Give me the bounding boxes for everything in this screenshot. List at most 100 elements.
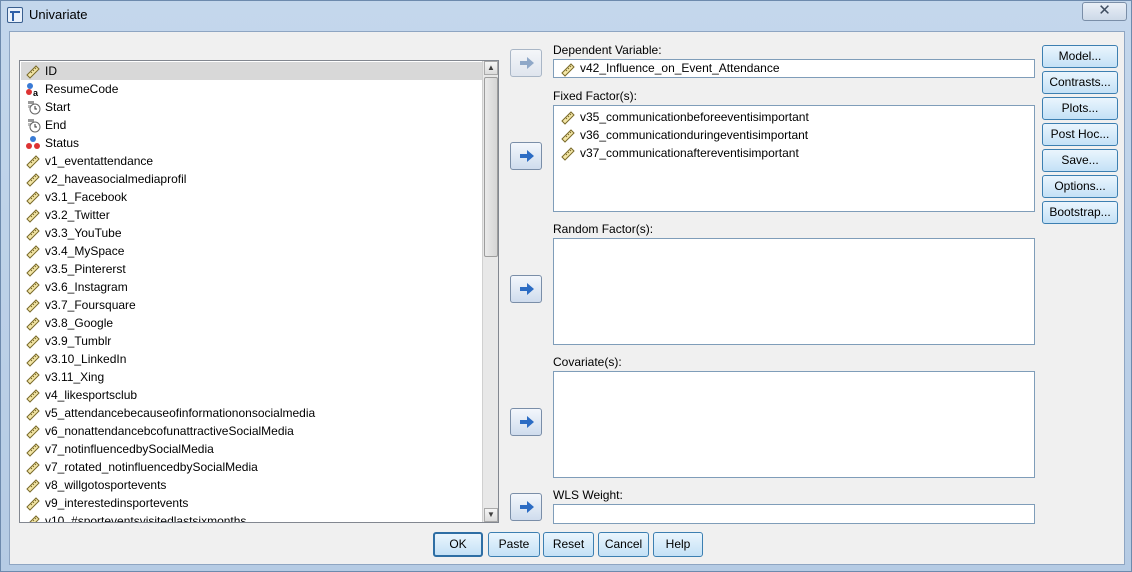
move-to-wls-weight-button[interactable] (510, 493, 542, 521)
variable-label: v5_attendancebecauseofinformationonsocia… (45, 406, 316, 420)
variable-label: v3.6_Instagram (45, 280, 128, 294)
app-icon (7, 7, 23, 23)
fixed-factor-item[interactable]: v35_communicationbeforeeventisimportant (558, 108, 809, 126)
source-variable-item[interactable]: v3.3_YouTube (21, 224, 483, 242)
title-bar: Univariate ✕ (1, 1, 1131, 29)
cancel-button[interactable]: Cancel (598, 532, 649, 557)
source-variable-item[interactable]: v3.6_Instagram (21, 278, 483, 296)
univariate-dialog: Univariate ✕ v10_#sporteventsvisitedlast… (0, 0, 1132, 572)
wls-weight-label: WLS Weight: (553, 488, 623, 502)
source-variable-item[interactable]: v3.11_Xing (21, 368, 483, 386)
variable-label: v8_willgotosportevents (45, 478, 167, 492)
source-variable-item[interactable]: v7_notinfluencedbySocialMedia (21, 440, 483, 458)
variable-label: v3.5_Pintererst (45, 262, 126, 276)
variable-label: v3.2_Twitter (45, 208, 110, 222)
variable-label: v3.10_LinkedIn (45, 352, 127, 366)
scale-ruler-icon (26, 425, 40, 439)
fixed-factors-label: Fixed Factor(s): (553, 89, 638, 103)
scroll-down-arrow-icon[interactable]: ▼ (484, 508, 498, 522)
source-variable-item[interactable]: v2_haveasocialmediaprofil (21, 170, 483, 188)
move-to-random-factor-button[interactable] (510, 275, 542, 303)
reset-button[interactable]: Reset (543, 532, 594, 557)
variable-label: v2_haveasocialmediaprofil (45, 172, 187, 186)
source-variable-item[interactable]: v1_eventattendance (21, 152, 483, 170)
scale-ruler-icon (26, 371, 40, 385)
paste-button[interactable]: Paste (488, 532, 540, 557)
source-variable-list[interactable]: v10_#sporteventsvisitedlastsixmonths v9_i… (19, 60, 499, 523)
source-variable-item[interactable]: v6_nonattendancebcofunattractiveSocialMe… (21, 422, 483, 440)
variable-label: v36_communicationduringeventisimportant (580, 128, 809, 142)
close-button[interactable]: ✕ (1082, 2, 1127, 21)
source-variable-item[interactable]: a ResumeCode (21, 80, 483, 98)
move-to-dependent-button[interactable] (510, 49, 542, 77)
source-variable-item[interactable]: v9_interestedinsportevents (21, 494, 483, 512)
dependent-variable-field[interactable]: v42_Influence_on_Event_Attendance (553, 59, 1035, 78)
source-variable-item[interactable]: v10_#sporteventsvisitedlastsixmonths (21, 512, 483, 522)
source-variable-item[interactable]: v5_attendancebecauseofinformationonsocia… (21, 404, 483, 422)
variable-label: v1_eventattendance (45, 154, 154, 168)
post-hoc-button[interactable]: Post Hoc... (1042, 123, 1118, 146)
variable-label: v3.3_YouTube (45, 226, 122, 240)
window-title: Univariate (29, 7, 88, 22)
scale-ruler-icon (26, 227, 40, 241)
move-to-fixed-factor-button[interactable] (510, 142, 542, 170)
nominal-string-icon: a (26, 83, 39, 97)
move-to-covariate-button[interactable] (510, 408, 542, 436)
nominal-icon (26, 136, 40, 149)
scroll-up-arrow-icon[interactable]: ▲ (484, 61, 498, 75)
source-variable-item[interactable]: v3.8_Google (21, 314, 483, 332)
variable-label: Status (45, 136, 80, 150)
source-variable-item[interactable]: v3.7_Foursquare (21, 296, 483, 314)
variable-label: v3.8_Google (45, 316, 114, 330)
source-variable-item[interactable]: Status (21, 134, 483, 152)
source-variable-item[interactable]: v3.9_Tumblr (21, 332, 483, 350)
source-variable-item[interactable]: ID (21, 62, 483, 80)
right-arrow-icon (520, 283, 534, 295)
scale-ruler-icon (26, 407, 40, 421)
help-button[interactable]: Help (653, 532, 703, 557)
dependent-variable-value: v42_Influence_on_Event_Attendance (580, 61, 780, 75)
source-variable-item[interactable]: v3.5_Pintererst (21, 260, 483, 278)
source-list-scrollbar[interactable]: ▲ ▼ (482, 61, 498, 522)
source-variable-item[interactable]: Start (21, 98, 483, 116)
scroll-thumb[interactable] (484, 77, 498, 257)
source-variable-item[interactable]: v7_rotated_notinfluencedbySocialMedia (21, 458, 483, 476)
scale-ruler-icon (26, 317, 40, 331)
variable-label: v6_nonattendancebcofunattractiveSocialMe… (45, 424, 294, 438)
right-arrow-icon (520, 57, 534, 69)
fixed-factors-list[interactable]: v35_communicationbeforeeventisimportantv… (553, 105, 1035, 212)
source-variable-item[interactable]: v3.4_MySpace (21, 242, 483, 260)
scale-ruler-icon (29, 515, 40, 522)
scale-ruler-icon (26, 191, 40, 205)
source-variable-item[interactable]: v4_likesportsclub (21, 386, 483, 404)
random-factors-list[interactable] (553, 238, 1035, 345)
variable-label: v7_notinfluencedbySocialMedia (45, 442, 214, 456)
variable-label: ID (45, 64, 57, 78)
variable-label: v7_rotated_notinfluencedbySocialMedia (45, 460, 258, 474)
contrasts-button[interactable]: Contrasts... (1042, 71, 1118, 94)
scale-ruler-icon (26, 389, 40, 403)
source-variable-item[interactable]: v3.1_Facebook (21, 188, 483, 206)
model-button[interactable]: Model... (1042, 45, 1118, 68)
source-variable-item[interactable]: v8_willgotosportevents (21, 476, 483, 494)
covariates-list[interactable] (553, 371, 1035, 478)
fixed-factor-item[interactable]: v37_communicationaftereventisimportant (558, 144, 799, 162)
source-variable-item[interactable]: End (21, 116, 483, 134)
save-button[interactable]: Save... (1042, 149, 1118, 172)
svg-text:a: a (33, 88, 39, 97)
bootstrap-button[interactable]: Bootstrap... (1042, 201, 1118, 224)
variable-label: ResumeCode (45, 82, 119, 96)
scale-ruler-icon (561, 111, 575, 125)
wls-weight-field[interactable] (553, 504, 1035, 524)
source-variable-item[interactable]: v3.10_LinkedIn (21, 350, 483, 368)
scale-ruler-icon (26, 263, 40, 277)
options-button[interactable]: Options... (1042, 175, 1118, 198)
fixed-factor-item[interactable]: v36_communicationduringeventisimportant (558, 126, 808, 144)
scale-ruler-icon (26, 281, 40, 295)
variable-label: Start (45, 100, 71, 114)
source-variable-item[interactable]: v3.2_Twitter (21, 206, 483, 224)
variable-label: v4_likesportsclub (45, 388, 138, 402)
scale-ruler-icon (26, 497, 40, 511)
ok-button[interactable]: OK (433, 532, 483, 557)
plots-button[interactable]: Plots... (1042, 97, 1118, 120)
